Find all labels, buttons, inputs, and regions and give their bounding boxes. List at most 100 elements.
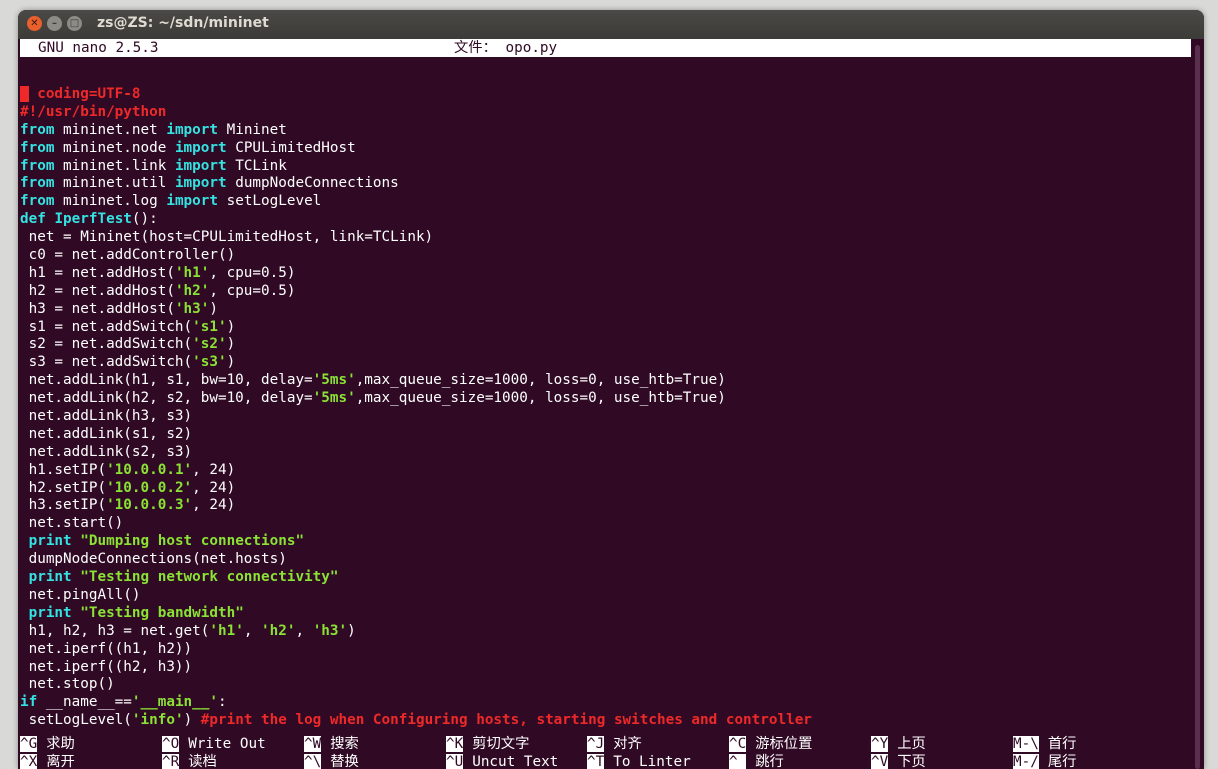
shortcut-item: ^R 读档 xyxy=(162,753,217,769)
code-token: net.addLink(h3, s3) xyxy=(20,408,193,425)
code-token: 's2' xyxy=(192,336,227,353)
code-token: 'h2' xyxy=(261,622,296,639)
code-token: , 24) xyxy=(192,461,236,478)
shortcut-key: ^J xyxy=(587,736,605,752)
code-line: print "Testing network connectivity" xyxy=(20,569,1191,587)
code-token: "Testing bandwidth" xyxy=(80,604,244,621)
code-token: s1 = net.addSwitch( xyxy=(20,318,193,335)
code-token: mininet.net xyxy=(54,121,167,138)
shortcut-label: 上页 xyxy=(897,736,926,752)
code-line: print "Testing bandwidth" xyxy=(20,605,1191,623)
code-token: import xyxy=(166,193,218,210)
code-token: print xyxy=(28,533,72,550)
code-token: ,max_queue_size=1000, loss=0, use_htb=Tr… xyxy=(355,372,726,389)
code-token: print xyxy=(28,604,72,621)
nano-file-title: 文件： opo.py xyxy=(454,39,557,57)
code-line: net = Mininet(host=CPULimitedHost, link=… xyxy=(20,229,1191,247)
code-line: #!/usr/bin/python xyxy=(20,104,1191,122)
shortcut-label: 下页 xyxy=(897,754,926,769)
code-token: , xyxy=(243,622,262,639)
shortcut-key: ^K xyxy=(446,736,464,752)
code-token: setLogLevel xyxy=(218,193,322,210)
code-token: net.addLink(s2, s3) xyxy=(20,443,193,460)
code-token: 'h3' xyxy=(312,622,348,639)
code-token: , cpu=0.5) xyxy=(209,264,296,281)
nano-header-bar: GNU nano 2.5.3 文件： opo.py xyxy=(20,39,1191,57)
code-token: import xyxy=(174,157,227,174)
editor-buffer[interactable]: # coding=UTF-8 #!/usr/bin/python from mini… xyxy=(20,86,1191,730)
shortcut-key: ^W xyxy=(304,736,322,752)
scrollbar[interactable] xyxy=(1193,40,1202,769)
shortcut-item: M-\ 首行 xyxy=(1013,735,1076,753)
code-line: if __name__=='__main__': xyxy=(20,694,1191,712)
code-line: from mininet.util import dumpNodeConnect… xyxy=(20,175,1191,193)
code-line: s3 = net.addSwitch('s3') xyxy=(20,354,1191,372)
code-token: #print the log when Configuring hosts, s… xyxy=(200,712,812,729)
code-token: 'h1' xyxy=(209,622,244,639)
code-token: '10.0.0.1' xyxy=(106,461,193,478)
code-token: net.start() xyxy=(20,515,124,532)
code-line: net.start() xyxy=(20,515,1191,533)
code-token: '5ms' xyxy=(312,372,356,389)
code-line: net.iperf((h1, h2)) xyxy=(20,641,1191,659)
code-token: CPULimitedHost xyxy=(226,139,356,156)
code-token: h1 = net.addHost( xyxy=(20,264,175,281)
code-token: ) xyxy=(226,336,236,353)
code-token: import xyxy=(174,139,227,156)
code-token: net.iperf((h2, h3)) xyxy=(20,658,193,675)
code-line: net.addLink(h2, s2, bw=10, delay='5ms',m… xyxy=(20,390,1191,408)
shortcut-label: 游标位置 xyxy=(755,736,813,752)
shortcut-key: ^G xyxy=(20,736,38,752)
code-token: s2 = net.addSwitch( xyxy=(20,336,193,353)
shortcut-key: ^O xyxy=(162,736,180,752)
code-token: ) xyxy=(209,300,218,317)
code-line: print "Dumping host connections" xyxy=(20,533,1191,551)
close-icon[interactable]: ✕ xyxy=(27,16,42,31)
shortcut-item: ^C 游标位置 xyxy=(729,735,812,753)
text-cursor: # xyxy=(20,86,29,102)
shortcut-key: ^X xyxy=(20,754,38,769)
maximize-icon[interactable]: □ xyxy=(67,16,82,31)
scrollbar-thumb[interactable] xyxy=(1195,45,1200,769)
shortcut-item: ^\ 替换 xyxy=(304,753,359,769)
shortcut-key: ^\ xyxy=(304,754,322,769)
file-name: opo.py xyxy=(505,40,558,56)
code-token: '5ms' xyxy=(312,390,356,407)
code-token: 'h1' xyxy=(174,264,210,281)
code-token: print xyxy=(28,569,72,586)
code-line: from mininet.net import Mininet xyxy=(20,122,1191,140)
code-token: mininet.util xyxy=(54,175,175,192)
terminal-area[interactable]: GNU nano 2.5.3 文件： opo.py # coding=UTF-8… xyxy=(20,39,1191,769)
shortcut-key: ^_ xyxy=(729,754,747,769)
code-token: (): xyxy=(131,211,158,228)
code-token: net.iperf((h1, h2)) xyxy=(20,640,193,657)
code-token: coding=UTF-8 xyxy=(28,86,141,102)
code-token: 's3' xyxy=(192,354,227,371)
shortcut-bar: ^G 求助 ^O Write Out ^W 搜索 ^K 剪切文字 ^J 对齐 ^C 游标位置 ^Y 上页 M… xyxy=(20,735,1191,769)
code-token: Mininet xyxy=(218,121,287,138)
code-line: h1, h2, h3 = net.get('h1', 'h2', 'h3') xyxy=(20,623,1191,641)
code-token: from xyxy=(20,175,55,192)
code-line: from mininet.log import setLogLevel xyxy=(20,193,1191,211)
code-token: 'info' xyxy=(131,712,184,729)
shortcut-item: M-/ 尾行 xyxy=(1013,753,1076,769)
file-label: 文件： xyxy=(454,40,497,56)
code-token: setLogLevel( xyxy=(20,712,132,729)
title-bar[interactable]: ✕ – □ zs@ZS: ~/sdn/mininet xyxy=(18,10,1204,39)
shortcut-label: 替换 xyxy=(330,754,359,769)
shortcut-item: ^_ 跳行 xyxy=(729,753,784,769)
shortcut-label: 剪切文字 xyxy=(472,736,530,752)
code-line: h2 = net.addHost('h2', cpu=0.5) xyxy=(20,283,1191,301)
code-token: IperfTest xyxy=(54,211,132,228)
code-line: def IperfTest(): xyxy=(20,211,1191,229)
shortcut-key: ^T xyxy=(587,754,605,769)
code-line: s1 = net.addSwitch('s1') xyxy=(20,319,1191,337)
code-token: dumpNodeConnections xyxy=(226,175,399,192)
terminal-window[interactable]: ✕ – □ zs@ZS: ~/sdn/mininet GNU nano 2.5.… xyxy=(18,10,1204,769)
shortcut-key: M-\ xyxy=(1013,736,1039,752)
minimize-icon[interactable]: – xyxy=(47,16,62,31)
code-token: from xyxy=(20,157,55,174)
code-line: h3.setIP('10.0.0.3', 24) xyxy=(20,497,1191,515)
